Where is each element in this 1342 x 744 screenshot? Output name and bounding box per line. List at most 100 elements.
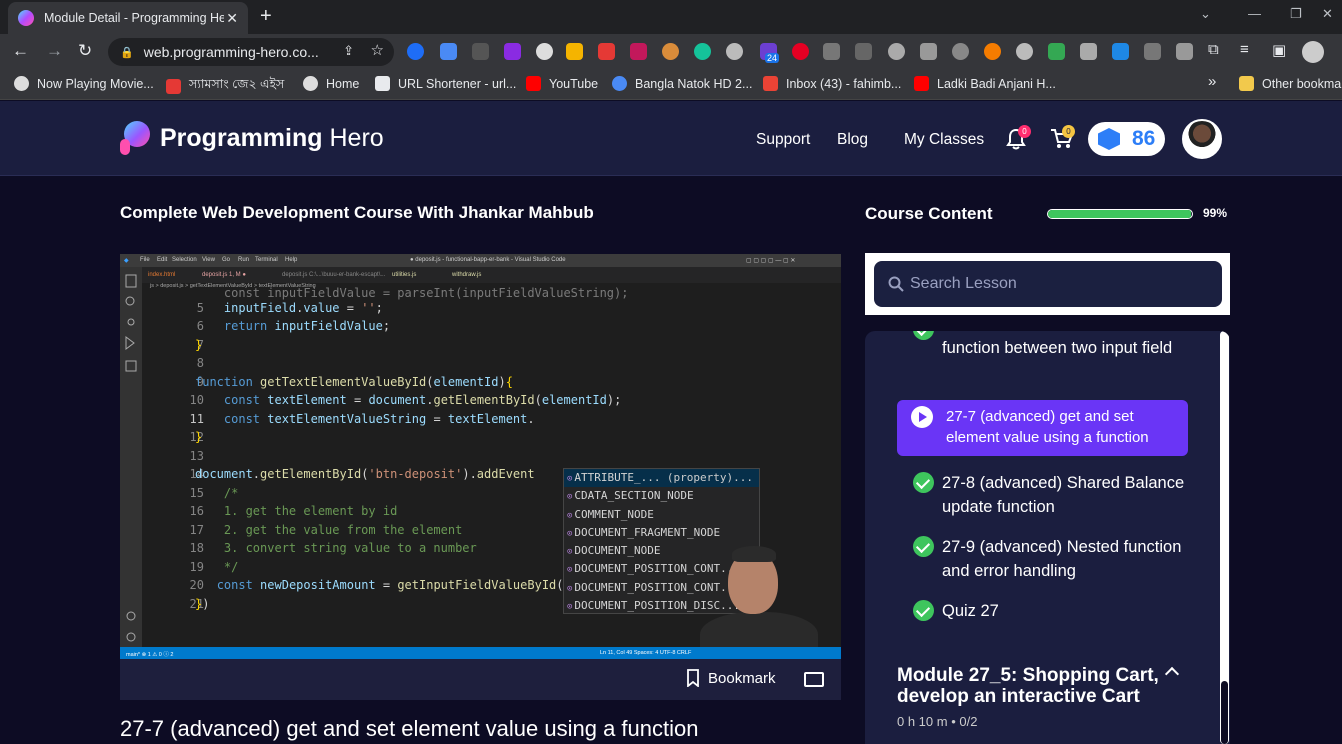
extension-icon[interactable] xyxy=(566,43,583,60)
maximize-icon[interactable]: ❐ xyxy=(1290,6,1302,22)
gear-extension-icon[interactable] xyxy=(726,43,743,60)
extension-icon[interactable] xyxy=(952,43,969,60)
k-extension-icon[interactable] xyxy=(504,43,521,60)
vscode-activity-bar xyxy=(120,267,142,647)
extension-icon[interactable] xyxy=(984,43,1001,60)
lesson-item[interactable]: 27-8 (advanced) Shared Balance update fu… xyxy=(942,471,1187,519)
lesson-item-active[interactable]: 27-7 (advanced) get and set element valu… xyxy=(897,400,1188,456)
presenter-webcam xyxy=(700,544,818,659)
search-icon xyxy=(888,276,904,292)
reading-list-icon[interactable]: ≡ xyxy=(1240,41,1249,58)
search-placeholder: Search Lesson xyxy=(910,275,1017,292)
code-extension-icon[interactable] xyxy=(823,43,840,60)
cookie-extension-icon[interactable] xyxy=(662,43,679,60)
bookmark-item[interactable]: URL Shortener - url... xyxy=(375,76,516,91)
extension-badge: 24 xyxy=(765,53,780,63)
extension-icon[interactable] xyxy=(1016,43,1033,60)
search-input[interactable]: Search Lesson xyxy=(874,261,1222,307)
vscode-tab: withdraw.js xyxy=(452,272,482,278)
more-bookmarks-button[interactable]: » xyxy=(1208,73,1216,90)
lesson-item[interactable]: function between two input field xyxy=(942,336,1187,360)
grammarly-extension-icon[interactable] xyxy=(694,43,711,60)
globe-extension-icon[interactable] xyxy=(888,43,905,60)
extensions-puzzle-icon[interactable]: ⧉ xyxy=(1208,41,1219,58)
property-icon: ⊙ xyxy=(567,528,573,539)
forward-icon[interactable]: → xyxy=(46,41,63,61)
pinterest-extension-icon[interactable] xyxy=(792,43,809,60)
fi-extension-icon[interactable] xyxy=(1112,43,1129,60)
chevron-up-icon[interactable] xyxy=(1164,666,1180,682)
vscode-menu-item: Go xyxy=(222,257,231,263)
code-line: } xyxy=(195,338,203,352)
tab-search-icon[interactable]: ⌄ xyxy=(1200,6,1211,22)
module-header[interactable]: Module 27_5: Shopping Cart, develop an i… xyxy=(897,665,1167,707)
course-progress-bar xyxy=(1047,209,1193,219)
theater-mode-icon[interactable] xyxy=(804,672,824,687)
bookmark-item[interactable]: স্যামসাং জে২ এইস xyxy=(166,76,284,96)
new-tab-icon[interactable]: + xyxy=(260,5,272,28)
reload-icon[interactable]: ↻ xyxy=(78,41,92,61)
back-icon[interactable]: ← xyxy=(12,41,29,61)
window-close-icon[interactable]: ✕ xyxy=(1322,6,1333,22)
wr-extension-icon[interactable] xyxy=(472,43,489,60)
nav-blog[interactable]: Blog xyxy=(837,131,868,149)
user-avatar[interactable] xyxy=(1182,119,1222,159)
star-extension-icon[interactable] xyxy=(598,43,615,60)
site-logo[interactable]: Programming Hero xyxy=(120,121,384,155)
bookmark-item[interactable]: YouTube xyxy=(526,76,598,91)
completed-check-icon xyxy=(913,331,934,340)
browser-tab[interactable]: Module Detail - Programming Hero ✕ xyxy=(8,2,248,34)
browser-toolbar: ← → ↻ 🔒 web.programming-hero.co... ⇪ ☆ 2… xyxy=(0,34,1342,70)
code-line: inputField.value = ''; xyxy=(223,301,383,315)
bookmark-label: URL Shortener - url... xyxy=(398,76,517,91)
bookmark-star-icon[interactable]: ☆ xyxy=(371,41,384,59)
youtube-icon xyxy=(526,76,541,91)
code-line: 1. get the element by id xyxy=(195,504,398,518)
address-bar[interactable]: 🔒 web.programming-hero.co... ⇪ ☆ xyxy=(108,38,394,66)
side-panel-icon[interactable]: ▣ xyxy=(1272,41,1286,59)
minimize-icon[interactable]: — xyxy=(1248,6,1261,21)
pen-extension-icon[interactable] xyxy=(1144,43,1161,60)
profile-avatar[interactable] xyxy=(1302,41,1324,63)
extension-icon[interactable] xyxy=(407,43,424,60)
bookmark-button[interactable]: Bookmark xyxy=(686,669,776,687)
bookmark-item[interactable]: Inbox (43) - fahimb... xyxy=(763,76,901,91)
vscode-layout-icons: ▢ ▢ ▢ ▢ — ▢ ✕ xyxy=(746,258,796,264)
extension-icon[interactable] xyxy=(1176,43,1193,60)
translate-extension-icon[interactable] xyxy=(440,43,457,60)
bookmark-item[interactable]: Now Playing Movie... xyxy=(14,76,154,91)
vscode-tab: deposit.js C:\...\buuu-er-bank-escapt\..… xyxy=(282,272,386,278)
nav-support[interactable]: Support xyxy=(756,131,810,149)
course-title: Complete Web Development Course With Jha… xyxy=(120,203,594,222)
video-player[interactable]: ◆ File Edit Selection View Go Run Termin… xyxy=(120,254,841,659)
progress-percent: 99% xyxy=(1203,206,1228,220)
extension-icon[interactable] xyxy=(536,43,553,60)
lesson-item[interactable]: Quiz 27 xyxy=(942,599,1187,623)
camera-extension-icon[interactable] xyxy=(1080,43,1097,60)
scrollbar-thumb[interactable] xyxy=(1221,681,1228,744)
bookmark-item[interactable]: Home xyxy=(303,76,359,91)
m-extension-icon[interactable] xyxy=(855,43,872,60)
property-icon: ⊙ xyxy=(567,583,573,594)
property-icon: ⊙ xyxy=(567,565,573,576)
share-icon[interactable]: ⇪ xyxy=(343,43,354,59)
tab-close-icon[interactable]: ✕ xyxy=(226,10,238,27)
extension-icon[interactable] xyxy=(630,43,647,60)
vscode-menu-item: File xyxy=(140,257,150,263)
link-icon xyxy=(375,76,390,91)
gear-icon xyxy=(612,76,627,91)
property-icon: ⊙ xyxy=(567,474,573,484)
vscode-tab: utilities.js xyxy=(392,272,417,278)
download-extension-icon[interactable] xyxy=(1048,43,1065,60)
suggestion-item: ⊙ COMMENT_NODE xyxy=(567,507,654,521)
gems-counter[interactable]: 86 xyxy=(1088,122,1165,156)
bookmark-label: Bangla Natok HD 2... xyxy=(635,76,753,91)
bookmark-item[interactable]: Bangla Natok HD 2... xyxy=(612,76,752,91)
layers-extension-icon[interactable] xyxy=(920,43,937,60)
other-bookmarks-folder[interactable]: Other bookmarks xyxy=(1239,76,1342,91)
bookmark-item[interactable]: Ladki Badi Anjani H... xyxy=(914,76,1056,91)
lesson-item[interactable]: 27-9 (advanced) Nested function and erro… xyxy=(942,535,1187,583)
vscode-tab: index.html xyxy=(148,272,176,278)
nav-my-classes[interactable]: My Classes xyxy=(904,131,984,149)
code-line: */ xyxy=(195,560,239,574)
